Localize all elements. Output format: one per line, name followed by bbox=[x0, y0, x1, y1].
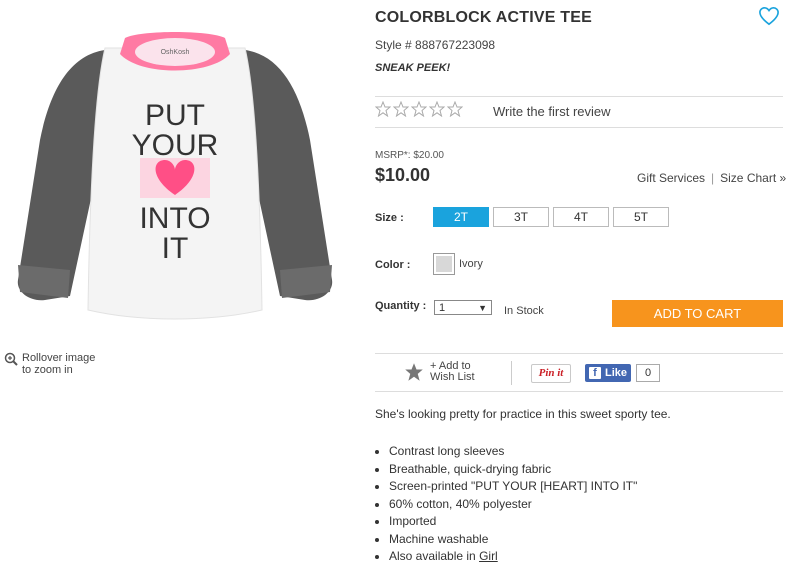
add-to-wishlist-button[interactable]: + Add to Wish List bbox=[404, 361, 490, 383]
print-line-3: INTO bbox=[139, 202, 210, 235]
facebook-like-label: Like bbox=[605, 367, 628, 379]
quantity-select[interactable]: 1 ▼ bbox=[434, 300, 492, 315]
list-item: Machine washable bbox=[389, 531, 637, 549]
star-empty-icon bbox=[411, 101, 427, 117]
size-label: Size : bbox=[375, 212, 404, 224]
list-item: Also available in Girl bbox=[389, 548, 637, 566]
zoom-hint: Rollover image to zoom in bbox=[4, 352, 95, 376]
divider bbox=[375, 353, 783, 354]
facebook-like-button[interactable]: f Like 0 bbox=[585, 364, 661, 382]
star-filled-icon bbox=[405, 363, 423, 381]
size-chart-link[interactable]: Size Chart » bbox=[720, 171, 786, 185]
list-item: Contrast long sleeves bbox=[389, 443, 637, 461]
link-separator: | bbox=[711, 171, 715, 185]
product-title: COLORBLOCK ACTIVE TEE bbox=[375, 9, 592, 26]
divider bbox=[375, 96, 783, 97]
sale-price: $10.00 bbox=[375, 165, 431, 185]
gift-links: Gift Services | Size Chart » bbox=[637, 171, 786, 185]
list-item: Breathable, quick-drying fabric bbox=[389, 461, 637, 479]
style-number: Style # 888767223098 bbox=[375, 38, 496, 52]
rating-stars[interactable] bbox=[375, 101, 463, 117]
star-empty-icon bbox=[447, 101, 463, 117]
pinterest-pinit-button[interactable]: Pin it bbox=[531, 364, 571, 383]
star-empty-icon bbox=[393, 101, 409, 117]
size-option-3t[interactable]: 3T bbox=[493, 207, 549, 227]
zoom-hint-line-1: Rollover image bbox=[22, 352, 96, 364]
star-empty-icon bbox=[429, 101, 445, 117]
list-item: Screen-printed "PUT YOUR [HEART] INTO IT… bbox=[389, 478, 637, 496]
facebook-like-count: 0 bbox=[636, 364, 661, 382]
quantity-label: Quantity : bbox=[375, 300, 427, 312]
also-available-text: Also available in bbox=[389, 549, 480, 563]
product-description: She's looking pretty for practice in thi… bbox=[375, 407, 671, 421]
girl-link[interactable]: Girl bbox=[479, 549, 498, 563]
quantity-value: 1 bbox=[439, 301, 446, 314]
divider bbox=[375, 127, 783, 128]
product-image[interactable]: OshKosh PUT YOUR INTO IT bbox=[10, 30, 340, 330]
gift-services-link[interactable]: Gift Services bbox=[637, 171, 705, 185]
zoom-icon bbox=[4, 352, 18, 366]
size-option-5t[interactable]: 5T bbox=[613, 207, 669, 227]
divider bbox=[375, 391, 783, 392]
color-name: Ivory bbox=[459, 258, 483, 270]
size-option-2t[interactable]: 2T bbox=[433, 207, 489, 227]
size-option-4t[interactable]: 4T bbox=[553, 207, 609, 227]
facebook-like-badge: f Like bbox=[585, 364, 632, 382]
msrp-price: MSRP*: $20.00 bbox=[375, 150, 444, 161]
add-to-cart-button[interactable]: ADD TO CART bbox=[612, 300, 783, 327]
print-line-1: PUT bbox=[145, 99, 205, 132]
stock-status: In Stock bbox=[504, 305, 544, 317]
star-empty-icon bbox=[375, 101, 391, 117]
share-separator bbox=[511, 361, 512, 385]
print-line-4: IT bbox=[162, 232, 189, 265]
facebook-icon: f bbox=[589, 367, 601, 379]
color-label: Color : bbox=[375, 259, 411, 271]
color-swatch-ivory[interactable] bbox=[433, 253, 455, 275]
dropdown-arrow-icon: ▼ bbox=[478, 302, 487, 313]
print-line-2: YOUR bbox=[132, 129, 219, 162]
wishlist-label: + Add to Wish List bbox=[430, 360, 475, 383]
svg-text:OshKosh: OshKosh bbox=[161, 49, 190, 56]
feature-list: Contrast long sleeves Breathable, quick-… bbox=[373, 443, 637, 566]
sneak-peek-badge: SNEAK PEEK! bbox=[375, 62, 451, 74]
size-selector: 2T 3T 4T 5T bbox=[433, 207, 669, 227]
zoom-hint-line-2: to zoom in bbox=[22, 364, 73, 376]
write-review-link[interactable]: Write the first review bbox=[493, 104, 611, 119]
favorite-heart-icon[interactable] bbox=[758, 6, 780, 26]
list-item: Imported bbox=[389, 513, 637, 531]
list-item: 60% cotton, 40% polyester bbox=[389, 496, 637, 514]
